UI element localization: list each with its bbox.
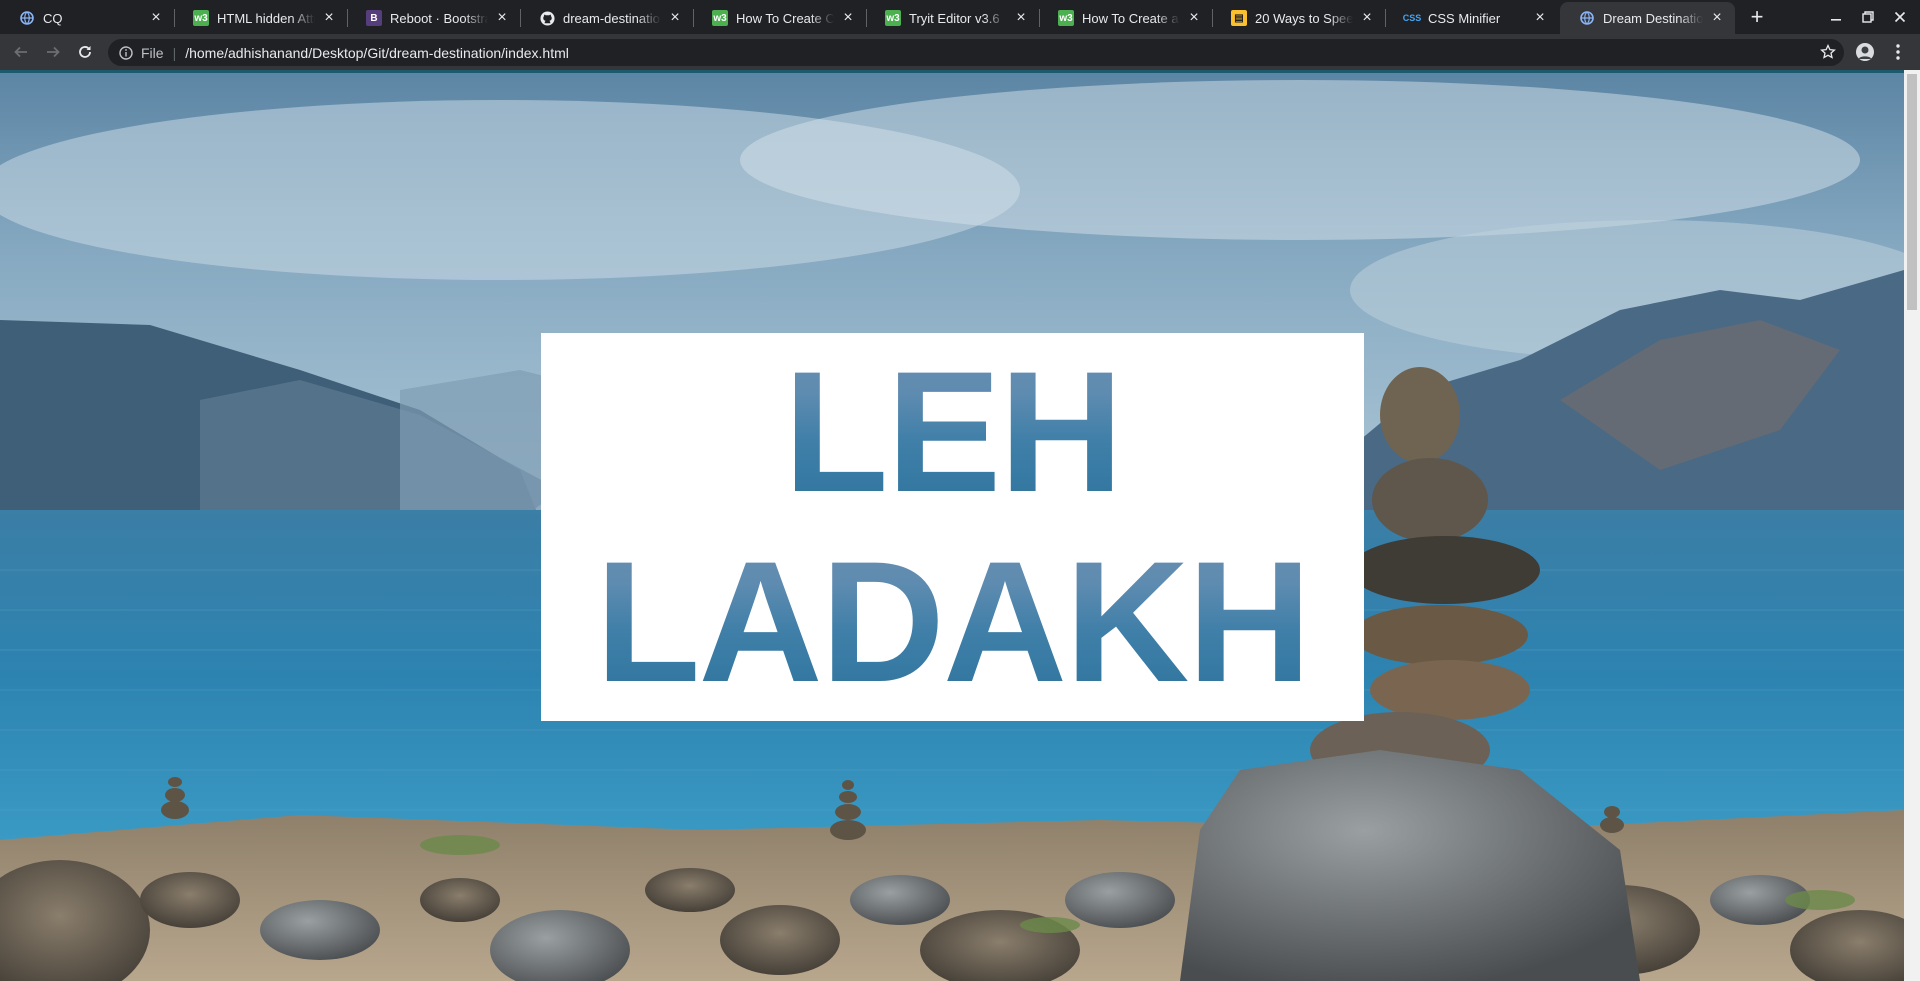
scrollbar-thumb[interactable] xyxy=(1907,74,1917,310)
css-icon: CSS xyxy=(1402,13,1422,23)
tab-strip: CQ × w3 HTML hidden Attribute × B Reboot… xyxy=(0,0,1920,34)
tab-html-hidden[interactable]: w3 HTML hidden Attribute × xyxy=(174,2,347,34)
tab-title: CSS Minifier xyxy=(1428,10,1526,26)
tab-close-icon[interactable]: × xyxy=(840,10,856,26)
w3schools-icon: w3 xyxy=(1058,10,1074,26)
w3schools-icon: w3 xyxy=(193,10,209,26)
heading-line-2: LADAKH xyxy=(595,526,1311,718)
tab-close-icon[interactable]: × xyxy=(1359,10,1375,26)
globe-icon xyxy=(1579,10,1595,26)
github-icon xyxy=(539,10,555,26)
more-menu-icon[interactable] xyxy=(1888,42,1908,62)
forward-arrow-icon xyxy=(47,46,60,58)
tab-close-icon[interactable]: × xyxy=(321,10,337,26)
tab-close-icon[interactable]: × xyxy=(1532,10,1548,26)
close-window-icon[interactable] xyxy=(1884,0,1916,34)
tab-title: CQ xyxy=(43,10,142,26)
tab-reboot-bootstrap[interactable]: B Reboot · Bootstrap × xyxy=(347,2,520,34)
reload-icon xyxy=(79,46,91,58)
restore-icon[interactable] xyxy=(1852,0,1884,34)
reload-button[interactable] xyxy=(72,39,98,65)
info-icon[interactable] xyxy=(118,45,134,61)
tab-close-icon[interactable]: × xyxy=(1186,10,1202,26)
tab-close-icon[interactable]: × xyxy=(148,10,164,26)
tab-how-to-create-parallax[interactable]: w3 How To Create a Parallax × xyxy=(1039,2,1212,34)
tab-title: Dream Destination xyxy=(1603,10,1703,26)
tab-title: HTML hidden Attribute xyxy=(217,10,315,26)
url-text[interactable]: /home/adhishanand/Desktop/Git/dream-dest… xyxy=(185,45,569,61)
tab-title: Tryit Editor v3.6 xyxy=(909,10,1007,26)
page-top-bar xyxy=(0,70,1904,73)
tab-title: How To Create Custom xyxy=(736,10,834,26)
back-arrow-icon xyxy=(14,46,27,58)
forward-button[interactable] xyxy=(40,39,66,65)
page-viewport: LEH LADAKH xyxy=(0,70,1920,981)
w3schools-icon: w3 xyxy=(712,10,728,26)
heading-line-1: LEH xyxy=(783,336,1124,528)
tab-title: 20 Ways to Speed Up xyxy=(1255,10,1353,26)
tab-20-ways-speed[interactable]: ▤ 20 Ways to Speed Up × xyxy=(1212,2,1385,34)
tab-title: dream-destination xyxy=(563,10,661,26)
bootstrap-icon: B xyxy=(366,10,382,26)
scheme-label: File xyxy=(141,44,164,61)
bookmark-star-icon[interactable] xyxy=(1820,43,1836,60)
tab-title: Reboot · Bootstrap xyxy=(390,10,488,26)
profile-avatar[interactable] xyxy=(1856,43,1874,61)
minimize-icon[interactable] xyxy=(1820,0,1852,34)
vertical-scrollbar[interactable] xyxy=(1904,70,1920,981)
browser-toolbar: File | /home/adhishanand/Desktop/Git/dre… xyxy=(0,34,1920,70)
tab-title: How To Create a Parallax xyxy=(1082,10,1180,26)
address-bar[interactable]: File | /home/adhishanand/Desktop/Git/dre… xyxy=(108,39,1844,66)
tab-dream-destination[interactable]: Dream Destination × xyxy=(1560,2,1735,34)
tab-cq[interactable]: CQ × xyxy=(0,2,174,34)
doc-icon: ▤ xyxy=(1231,10,1247,26)
tab-close-icon[interactable]: × xyxy=(1013,10,1029,26)
scheme-divider: | xyxy=(172,44,177,61)
tab-close-icon[interactable]: × xyxy=(1709,10,1725,26)
new-tab-button[interactable]: + xyxy=(1744,5,1770,31)
tab-close-icon[interactable]: × xyxy=(494,10,510,26)
tab-github-dream[interactable]: dream-destination × xyxy=(520,2,693,34)
title-knockout-box: LEH LADAKH xyxy=(541,333,1364,721)
back-button[interactable] xyxy=(8,39,34,65)
tab-how-to-create-custom[interactable]: w3 How To Create Custom × xyxy=(693,2,866,34)
tab-close-icon[interactable]: × xyxy=(667,10,683,26)
tab-css-minifier[interactable]: CSS CSS Minifier × xyxy=(1385,2,1558,34)
globe-icon xyxy=(19,10,35,26)
tab-tryit-editor[interactable]: w3 Tryit Editor v3.6 × xyxy=(866,2,1039,34)
w3schools-icon: w3 xyxy=(885,10,901,26)
